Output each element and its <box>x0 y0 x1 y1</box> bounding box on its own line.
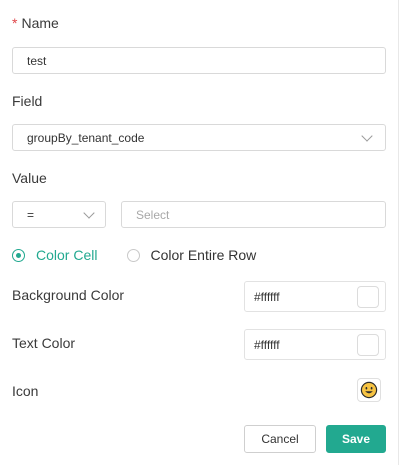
field-select-value: groupBy_tenant_code <box>27 130 145 145</box>
name-input-value: test <box>27 53 47 68</box>
radio-color-cell-label: Color Cell <box>36 247 98 263</box>
background-color-picker[interactable]: #ffffff <box>244 281 386 312</box>
condition-format-panel: * Name test Field groupBy_tenant_code Val… <box>0 0 399 465</box>
radio-unselected-icon[interactable] <box>127 248 141 262</box>
required-mark: * <box>12 15 18 31</box>
chevron-down-icon <box>83 207 95 219</box>
icon-label: Icon <box>12 383 39 399</box>
name-input[interactable]: test <box>12 47 386 74</box>
radio-color-entire-row-label: Color Entire Row <box>150 247 257 263</box>
text-color-swatch[interactable] <box>357 333 379 356</box>
value-select[interactable]: Select <box>121 201 386 228</box>
background-color-hex: #ffffff <box>254 289 280 304</box>
icon-picker-button[interactable] <box>357 378 381 402</box>
text-color-picker[interactable]: #ffffff <box>244 329 386 360</box>
radio-selected-icon[interactable] <box>12 248 25 262</box>
value-select-placeholder: Select <box>136 207 170 222</box>
cancel-button[interactable]: Cancel <box>244 425 316 453</box>
smiley-emoji-icon <box>360 381 378 399</box>
radio-color-cell[interactable]: Color Cell <box>12 247 97 263</box>
operator-select-value: = <box>27 207 35 222</box>
name-label: * Name <box>12 15 59 31</box>
value-label: Value <box>12 170 47 186</box>
background-color-label: Background Color <box>12 287 125 303</box>
apply-to-radio-group: Color Cell Color Entire Row <box>12 246 256 264</box>
text-color-label: Text Color <box>12 335 76 351</box>
field-label: Field <box>12 93 43 109</box>
save-button[interactable]: Save <box>326 425 386 453</box>
chevron-down-icon <box>361 130 373 142</box>
field-select[interactable]: groupBy_tenant_code <box>12 124 386 151</box>
background-color-swatch[interactable] <box>357 285 379 308</box>
radio-color-entire-row[interactable]: Color Entire Row <box>127 247 256 263</box>
text-color-hex: #ffffff <box>254 337 280 352</box>
name-label-text: Name <box>21 15 59 31</box>
operator-select[interactable]: = <box>12 201 106 228</box>
